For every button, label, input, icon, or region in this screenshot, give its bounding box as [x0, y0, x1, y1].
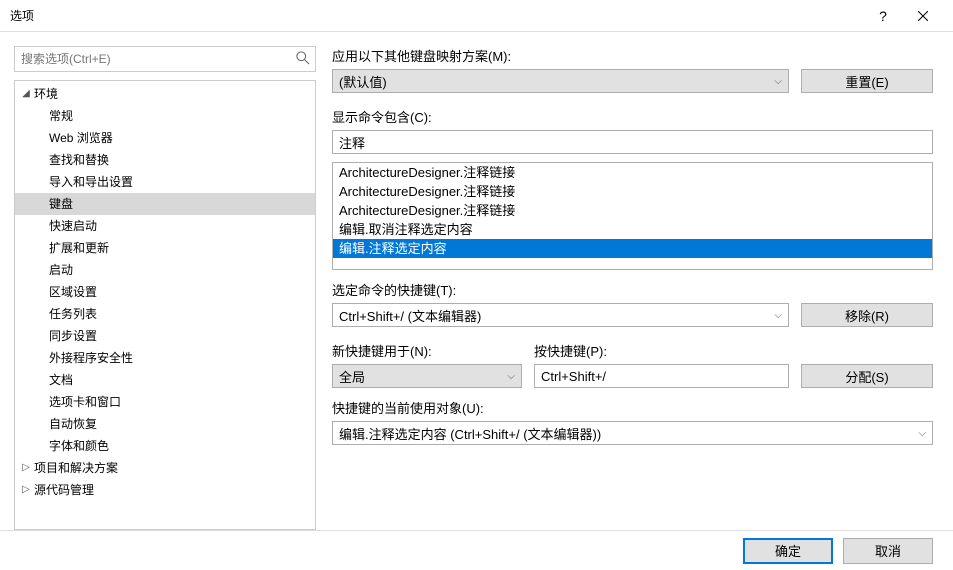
- help-button[interactable]: ?: [863, 0, 903, 32]
- reset-button[interactable]: 重置(E): [801, 69, 933, 93]
- tree-item[interactable]: 启动: [15, 259, 315, 281]
- shortcuts-for-label: 选定命令的快捷键(T):: [332, 280, 933, 299]
- tree-item[interactable]: 同步设置: [15, 325, 315, 347]
- tree-item[interactable]: 导入和导出设置: [15, 171, 315, 193]
- scheme-combo[interactable]: (默认值) ⌵: [332, 69, 789, 93]
- collapse-icon: ◢: [21, 89, 31, 99]
- tree-item[interactable]: 任务列表: [15, 303, 315, 325]
- search-input[interactable]: [14, 46, 316, 72]
- tree-item[interactable]: 扩展和更新: [15, 237, 315, 259]
- new-in-label: 新快捷键用于(N):: [332, 341, 522, 360]
- filter-input[interactable]: [332, 130, 933, 154]
- scheme-label: 应用以下其他键盘映射方案(M):: [332, 46, 933, 65]
- shortcut-combo[interactable]: Ctrl+Shift+/ (文本编辑器) ⌵: [332, 303, 789, 327]
- remove-button[interactable]: 移除(R): [801, 303, 933, 327]
- tree-root-environment[interactable]: ◢ 环境: [15, 83, 315, 105]
- ok-button[interactable]: 确定: [743, 538, 833, 564]
- contains-label: 显示命令包含(C):: [332, 107, 933, 126]
- scope-combo[interactable]: 全局 ⌵: [332, 364, 522, 388]
- list-item[interactable]: ArchitectureDesigner.注释链接: [333, 163, 932, 182]
- window-title: 选项: [10, 7, 863, 24]
- tree-item[interactable]: 文档: [15, 369, 315, 391]
- assign-button[interactable]: 分配(S): [801, 364, 933, 388]
- tree-item[interactable]: 查找和替换: [15, 149, 315, 171]
- search-icon: [296, 51, 310, 65]
- tree-root-source-control[interactable]: ▷ 源代码管理: [15, 479, 315, 501]
- tree-root-projects[interactable]: ▷ 项目和解决方案: [15, 457, 315, 479]
- right-panel: 应用以下其他键盘映射方案(M): (默认值) ⌵ 重置(E) 显示命令包含(C)…: [318, 32, 953, 530]
- tree-item[interactable]: 区域设置: [15, 281, 315, 303]
- list-item[interactable]: ArchitectureDesigner.注释链接: [333, 201, 932, 220]
- dialog-footer: 确定 取消: [0, 530, 953, 570]
- tree-item[interactable]: 选项卡和窗口: [15, 391, 315, 413]
- close-icon: [918, 11, 928, 21]
- tree-item[interactable]: 自动恢复: [15, 413, 315, 435]
- tree-item[interactable]: 键盘: [15, 193, 315, 215]
- close-button[interactable]: [903, 0, 943, 32]
- expand-icon: ▷: [21, 463, 31, 473]
- titlebar: 选项 ?: [0, 0, 953, 32]
- chevron-down-icon: ⌵: [918, 428, 926, 439]
- command-listbox[interactable]: ArchitectureDesigner.注释链接ArchitectureDes…: [332, 162, 933, 270]
- category-tree[interactable]: ◢ 环境 常规Web 浏览器查找和替换导入和导出设置键盘快速启动扩展和更新启动区…: [15, 81, 315, 529]
- cancel-button[interactable]: 取消: [843, 538, 933, 564]
- chevron-down-icon: ⌵: [507, 371, 515, 382]
- press-input[interactable]: [534, 364, 789, 388]
- list-item[interactable]: ArchitectureDesigner.注释链接: [333, 182, 932, 201]
- currently-label: 快捷键的当前使用对象(U):: [332, 398, 933, 417]
- list-item[interactable]: 编辑.注释选定内容: [333, 239, 932, 258]
- tree-item[interactable]: 字体和颜色: [15, 435, 315, 457]
- press-label: 按快捷键(P):: [534, 341, 789, 360]
- chevron-down-icon: ⌵: [774, 76, 782, 87]
- tree-item[interactable]: 外接程序安全性: [15, 347, 315, 369]
- tree-item[interactable]: Web 浏览器: [15, 127, 315, 149]
- tree-item[interactable]: 快速启动: [15, 215, 315, 237]
- expand-icon: ▷: [21, 485, 31, 495]
- chevron-down-icon: ⌵: [774, 310, 782, 321]
- currently-combo[interactable]: 编辑.注释选定内容 (Ctrl+Shift+/ (文本编辑器)) ⌵: [332, 421, 933, 445]
- left-panel: ◢ 环境 常规Web 浏览器查找和替换导入和导出设置键盘快速启动扩展和更新启动区…: [0, 32, 318, 530]
- tree-item[interactable]: 常规: [15, 105, 315, 127]
- list-item[interactable]: 编辑.取消注释选定内容: [333, 220, 932, 239]
